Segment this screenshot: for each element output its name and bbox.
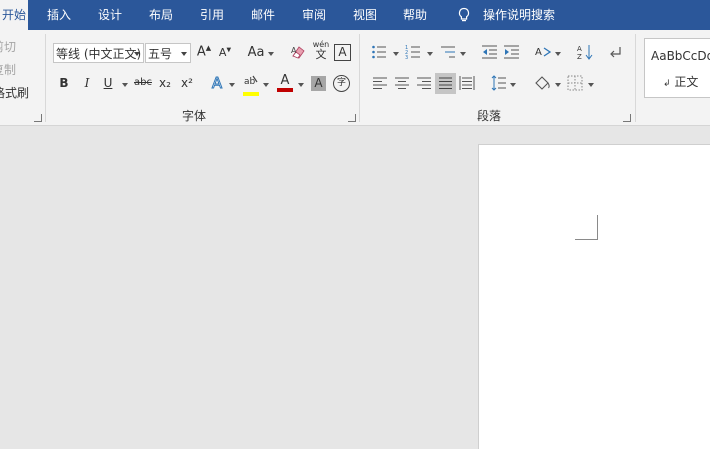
highlight-color-button[interactable]: ab (243, 74, 259, 96)
numbering-icon[interactable]: 1 2 3 (405, 44, 421, 60)
chevron-down-icon (427, 52, 433, 56)
character-border-button[interactable]: A (334, 44, 351, 61)
lightbulb-icon[interactable] (456, 7, 472, 23)
bold-button[interactable]: B (58, 76, 70, 90)
cut-button[interactable]: 剪切 (0, 38, 16, 55)
font-size-value: 五号 (148, 47, 173, 61)
tell-me-search[interactable]: 操作说明搜索 (483, 0, 555, 30)
chevron-down-icon (122, 83, 128, 87)
multilevel-list-icon[interactable] (440, 44, 456, 60)
tab-home[interactable]: 开始 (0, 0, 29, 30)
svg-text:A: A (291, 46, 297, 55)
justify-icon (439, 77, 452, 89)
chevron-down-icon (555, 83, 561, 87)
justify-button[interactable] (435, 73, 456, 94)
shading-icon[interactable] (533, 74, 551, 92)
character-shading-button[interactable]: A (311, 76, 326, 91)
highlighter-icon: ab (244, 75, 258, 87)
line-spacing-icon[interactable] (491, 75, 507, 91)
tab-layout[interactable]: 布局 (149, 0, 173, 30)
clipboard-dialog-launcher[interactable] (34, 114, 42, 122)
tab-mailings[interactable]: 邮件 (251, 0, 275, 30)
font-color-letter: A (280, 73, 290, 88)
font-group-label: 字体 (182, 109, 207, 123)
margin-corner-mark (575, 215, 598, 240)
copy-button[interactable]: 复制 (0, 61, 16, 78)
superscript-button[interactable]: x² (180, 76, 194, 90)
style-name: 正文 (674, 75, 699, 89)
document-page[interactable] (478, 144, 710, 449)
tab-help[interactable]: 帮助 (403, 0, 427, 30)
font-size-select[interactable]: 五号 (145, 43, 191, 63)
style-normal-label: ↲ 正文 (663, 75, 699, 89)
bullets-icon[interactable] (371, 44, 387, 60)
paragraph-dialog-launcher[interactable] (623, 114, 631, 122)
font-family-value: 等线 (中文正文) (56, 47, 142, 61)
svg-text:A: A (577, 45, 582, 53)
style-preview-text: AaBbCcDd (651, 49, 710, 63)
tab-review[interactable]: 审阅 (302, 0, 326, 30)
ribbon-tab-bar: 开始 插入 设计 布局 引用 邮件 审阅 视图 帮助 操作说明搜索 (0, 0, 710, 30)
enclose-characters-button[interactable]: 字 (333, 75, 350, 92)
align-center-icon[interactable] (394, 76, 410, 90)
strikethrough-button[interactable]: abc (134, 77, 152, 88)
subscript-button[interactable]: x₂ (158, 76, 172, 90)
chevron-down-icon (555, 52, 561, 56)
ribbon-home: 剪切 复制 格式刷 等线 (中文正文) 五号 A▲ A▼ Aa A wén 文 … (0, 30, 710, 126)
chevron-down-icon (268, 52, 274, 56)
tab-insert[interactable]: 插入 (47, 0, 71, 30)
format-painter-button[interactable]: 格式刷 (0, 84, 29, 101)
shrink-font-button[interactable]: A▼ (218, 46, 232, 59)
borders-icon[interactable] (567, 75, 583, 91)
sort-icon[interactable]: A Z (577, 43, 595, 61)
italic-button[interactable]: I (82, 76, 92, 90)
tab-references[interactable]: 引用 (200, 0, 224, 30)
show-formatting-marks-icon[interactable] (609, 44, 623, 60)
chevron-down-icon (393, 52, 399, 56)
style-normal-tile[interactable]: AaBbCcDd ↲ 正文 (644, 38, 710, 98)
chevron-down-icon (134, 52, 140, 56)
chevron-down-icon (181, 52, 187, 56)
tab-view[interactable]: 视图 (353, 0, 377, 30)
phonetic-char: 文 (315, 48, 327, 61)
svg-text:ab: ab (244, 77, 256, 87)
change-case-button[interactable]: Aa (246, 45, 266, 60)
phonetic-guide-button[interactable]: wén 文 (312, 40, 330, 60)
highlight-color-swatch (243, 92, 259, 96)
tab-design[interactable]: 设计 (98, 0, 122, 30)
svg-text:3: 3 (405, 55, 408, 60)
decrease-indent-icon[interactable] (481, 44, 498, 60)
document-canvas (0, 126, 710, 449)
chevron-down-icon (510, 83, 516, 87)
increase-indent-icon[interactable] (503, 44, 520, 60)
grow-font-button[interactable]: A▲ (196, 44, 212, 59)
svg-text:A: A (535, 47, 542, 58)
font-family-select[interactable]: 等线 (中文正文) (53, 43, 144, 63)
font-color-swatch (277, 88, 293, 92)
clear-formatting-icon[interactable]: A (290, 44, 306, 60)
chevron-down-icon (298, 83, 304, 87)
underline-button[interactable]: U (102, 76, 114, 90)
text-effects-button[interactable]: A (210, 74, 224, 93)
chevron-down-icon (460, 52, 466, 56)
paragraph-group-label: 段落 (477, 109, 502, 123)
group-separator (635, 34, 636, 122)
chevron-down-icon (588, 83, 594, 87)
align-right-icon[interactable] (416, 76, 432, 90)
font-dialog-launcher[interactable] (348, 114, 356, 122)
svg-text:Z: Z (577, 53, 582, 61)
chinese-layout-icon[interactable]: A (534, 44, 552, 60)
font-color-button[interactable]: A (277, 74, 293, 92)
group-separator (45, 34, 46, 122)
chevron-down-icon (229, 83, 235, 87)
align-left-icon[interactable] (372, 76, 388, 90)
group-separator (359, 34, 360, 122)
chevron-down-icon (263, 83, 269, 87)
distributed-icon[interactable] (459, 75, 475, 91)
